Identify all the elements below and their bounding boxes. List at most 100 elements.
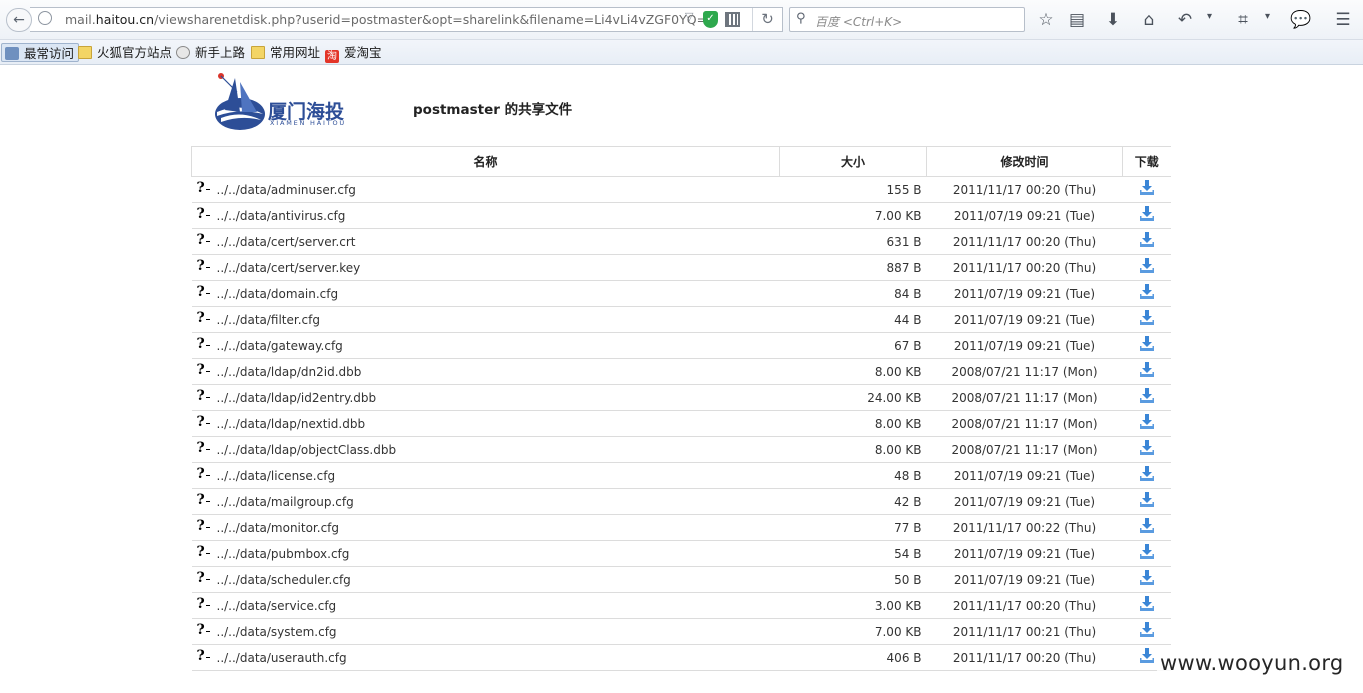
watermark: www.wooyun.org bbox=[1157, 651, 1347, 675]
search-bar[interactable]: ⚲ 百度 <Ctrl+K> bbox=[789, 7, 1025, 32]
bookmark-label: 常用网址 bbox=[270, 45, 321, 60]
download-icon[interactable] bbox=[1139, 388, 1154, 403]
table-row: ? ../../data/cert/server.crt 631 B 2011/11/… bbox=[191, 228, 1171, 255]
table-row: ? ../../data/filter.cfg 44 B 2011/07/19 09:… bbox=[191, 306, 1171, 333]
download-icon[interactable] bbox=[1139, 336, 1154, 351]
download-cell bbox=[1122, 514, 1171, 541]
file-name-link[interactable]: ../../data/scheduler.cfg bbox=[217, 573, 351, 587]
download-icon[interactable] bbox=[1139, 362, 1154, 377]
download-icon[interactable] bbox=[1139, 544, 1154, 559]
download-cell bbox=[1122, 436, 1171, 463]
file-name-link[interactable]: ../../data/ldap/dn2id.dbb bbox=[217, 365, 362, 379]
file-name-cell: ? ../../data/pubmbox.cfg bbox=[191, 540, 780, 567]
download-icon[interactable] bbox=[1139, 518, 1154, 533]
download-icon[interactable] bbox=[1139, 648, 1154, 663]
download-cell bbox=[1122, 618, 1171, 645]
download-icon[interactable] bbox=[1139, 596, 1154, 611]
file-mtime: 2011/11/17 00:22 (Thu) bbox=[926, 514, 1123, 541]
download-cell bbox=[1122, 488, 1171, 515]
download-icon[interactable] bbox=[1139, 622, 1154, 637]
bookmark-getting-started[interactable]: 新手上路 bbox=[173, 43, 245, 62]
site-identity-globe-icon[interactable] bbox=[38, 11, 52, 25]
url-bar[interactable]: mail.haitou.cn/viewsharenetdisk.php?user… bbox=[30, 7, 783, 32]
file-name-link[interactable]: ../../data/service.cfg bbox=[217, 599, 337, 613]
home-icon[interactable]: ⌂ bbox=[1138, 9, 1160, 31]
chat-bubble-icon[interactable]: 💬 bbox=[1290, 9, 1312, 31]
qr-code-icon[interactable] bbox=[725, 12, 740, 27]
file-name-link[interactable]: ../../data/pubmbox.cfg bbox=[217, 547, 350, 561]
download-icon[interactable] bbox=[1139, 232, 1154, 247]
file-name-link[interactable]: ../../data/adminuser.cfg bbox=[217, 183, 356, 197]
file-name-cell: ? ../../data/userauth.cfg bbox=[191, 644, 780, 671]
reload-icon[interactable]: ↻ bbox=[752, 8, 782, 31]
back-button[interactable]: ← bbox=[6, 8, 32, 32]
download-cell bbox=[1122, 254, 1171, 281]
file-size: 50 B bbox=[779, 566, 927, 593]
file-name-cell: ? ../../data/scheduler.cfg bbox=[191, 566, 780, 593]
file-name-link[interactable]: ../../data/ldap/nextid.dbb bbox=[217, 417, 366, 431]
file-name-link[interactable]: ../../data/system.cfg bbox=[217, 625, 337, 639]
page-title: postmaster 的共享文件 bbox=[413, 102, 573, 118]
download-cell bbox=[1122, 566, 1171, 593]
crop-dropdown-icon[interactable]: ▾ bbox=[1265, 11, 1270, 22]
bookmark-star-icon[interactable]: ☆ bbox=[1035, 9, 1057, 31]
reading-list-icon[interactable]: ▤ bbox=[1066, 9, 1088, 31]
file-name-link[interactable]: ../../data/cert/server.key bbox=[217, 261, 361, 275]
download-icon[interactable] bbox=[1139, 492, 1154, 507]
history-dropdown-icon[interactable]: ▾ bbox=[1207, 11, 1212, 22]
file-name-link[interactable]: ../../data/mailgroup.cfg bbox=[217, 495, 354, 509]
download-icon[interactable] bbox=[1139, 440, 1154, 455]
download-icon[interactable] bbox=[1139, 466, 1154, 481]
frequent-icon bbox=[5, 47, 19, 60]
bookmark-firefox-official[interactable]: 火狐官方站点 bbox=[75, 43, 172, 62]
table-row: ? ../../data/scheduler.cfg 50 B 2011/07/19 … bbox=[191, 566, 1171, 593]
screenshot-crop-icon[interactable]: ⌗ bbox=[1232, 9, 1254, 31]
file-list: ? ../../data/adminuser.cfg 155 B 2011/11/17… bbox=[191, 176, 1171, 671]
file-size: 48 B bbox=[779, 462, 927, 489]
file-name-cell: ? ../../data/ldap/objectClass.dbb bbox=[191, 436, 780, 463]
url-text[interactable]: mail.haitou.cn/viewsharenetdisk.php?user… bbox=[65, 12, 718, 27]
file-name-cell: ? ../../data/ldap/nextid.dbb bbox=[191, 410, 780, 437]
download-icon[interactable] bbox=[1139, 414, 1154, 429]
file-mtime: 2008/07/21 11:17 (Mon) bbox=[926, 436, 1123, 463]
file-size: 406 B bbox=[779, 644, 927, 671]
download-icon[interactable] bbox=[1139, 258, 1154, 273]
file-name-link[interactable]: ../../data/filter.cfg bbox=[217, 313, 320, 327]
file-mtime: 2011/07/19 09:21 (Tue) bbox=[926, 540, 1123, 567]
download-icon[interactable] bbox=[1139, 310, 1154, 325]
file-name-link[interactable]: ../../data/ldap/id2entry.dbb bbox=[217, 391, 377, 405]
bookmarks-toolbar: 最常访问 火狐官方站点 新手上路 常用网址 淘爱淘宝 bbox=[0, 40, 1363, 65]
bookmark-common-sites[interactable]: 常用网址 bbox=[248, 43, 320, 62]
download-icon[interactable] bbox=[1139, 206, 1154, 221]
menu-hamburger-icon[interactable]: ☰ bbox=[1332, 9, 1354, 31]
bookmark-ai-taobao[interactable]: 淘爱淘宝 bbox=[322, 43, 382, 63]
file-size: 7.00 KB bbox=[779, 202, 927, 229]
folder-icon bbox=[78, 46, 92, 59]
download-cell bbox=[1122, 358, 1171, 385]
undo-history-icon[interactable]: ↶ bbox=[1174, 9, 1196, 31]
file-name-link[interactable]: ../../data/monitor.cfg bbox=[217, 521, 340, 535]
download-icon[interactable] bbox=[1139, 570, 1154, 585]
file-name-cell: ? ../../data/ldap/dn2id.dbb bbox=[191, 358, 780, 385]
download-cell bbox=[1122, 462, 1171, 489]
file-name-link[interactable]: ../../data/gateway.cfg bbox=[217, 339, 343, 353]
file-mtime: 2011/07/19 09:21 (Tue) bbox=[926, 306, 1123, 333]
bookmark-frequent[interactable]: 最常访问 bbox=[1, 43, 80, 62]
table-row: ? ../../data/userauth.cfg 406 B 2011/11/17 … bbox=[191, 644, 1171, 671]
download-icon[interactable] bbox=[1139, 284, 1154, 299]
file-name-link[interactable]: ../../data/cert/server.crt bbox=[217, 235, 356, 249]
file-mtime: 2008/07/21 11:17 (Mon) bbox=[926, 384, 1123, 411]
file-name-link[interactable]: ../../data/userauth.cfg bbox=[217, 651, 347, 665]
file-size: 631 B bbox=[779, 228, 927, 255]
file-name-link[interactable]: ../../data/domain.cfg bbox=[217, 287, 339, 301]
downloads-icon[interactable]: ⬇ bbox=[1102, 9, 1124, 31]
unknown-file-type-icon: ? bbox=[197, 415, 211, 432]
security-shield-icon[interactable]: ✓ bbox=[703, 11, 718, 28]
url-history-dropdown-icon[interactable]: ▽ bbox=[685, 10, 693, 23]
bookmark-label: 爱淘宝 bbox=[344, 45, 382, 60]
download-cell bbox=[1122, 176, 1171, 203]
file-name-link[interactable]: ../../data/antivirus.cfg bbox=[217, 209, 346, 223]
file-name-link[interactable]: ../../data/ldap/objectClass.dbb bbox=[217, 443, 397, 457]
file-name-link[interactable]: ../../data/license.cfg bbox=[217, 469, 336, 483]
download-icon[interactable] bbox=[1139, 180, 1154, 195]
